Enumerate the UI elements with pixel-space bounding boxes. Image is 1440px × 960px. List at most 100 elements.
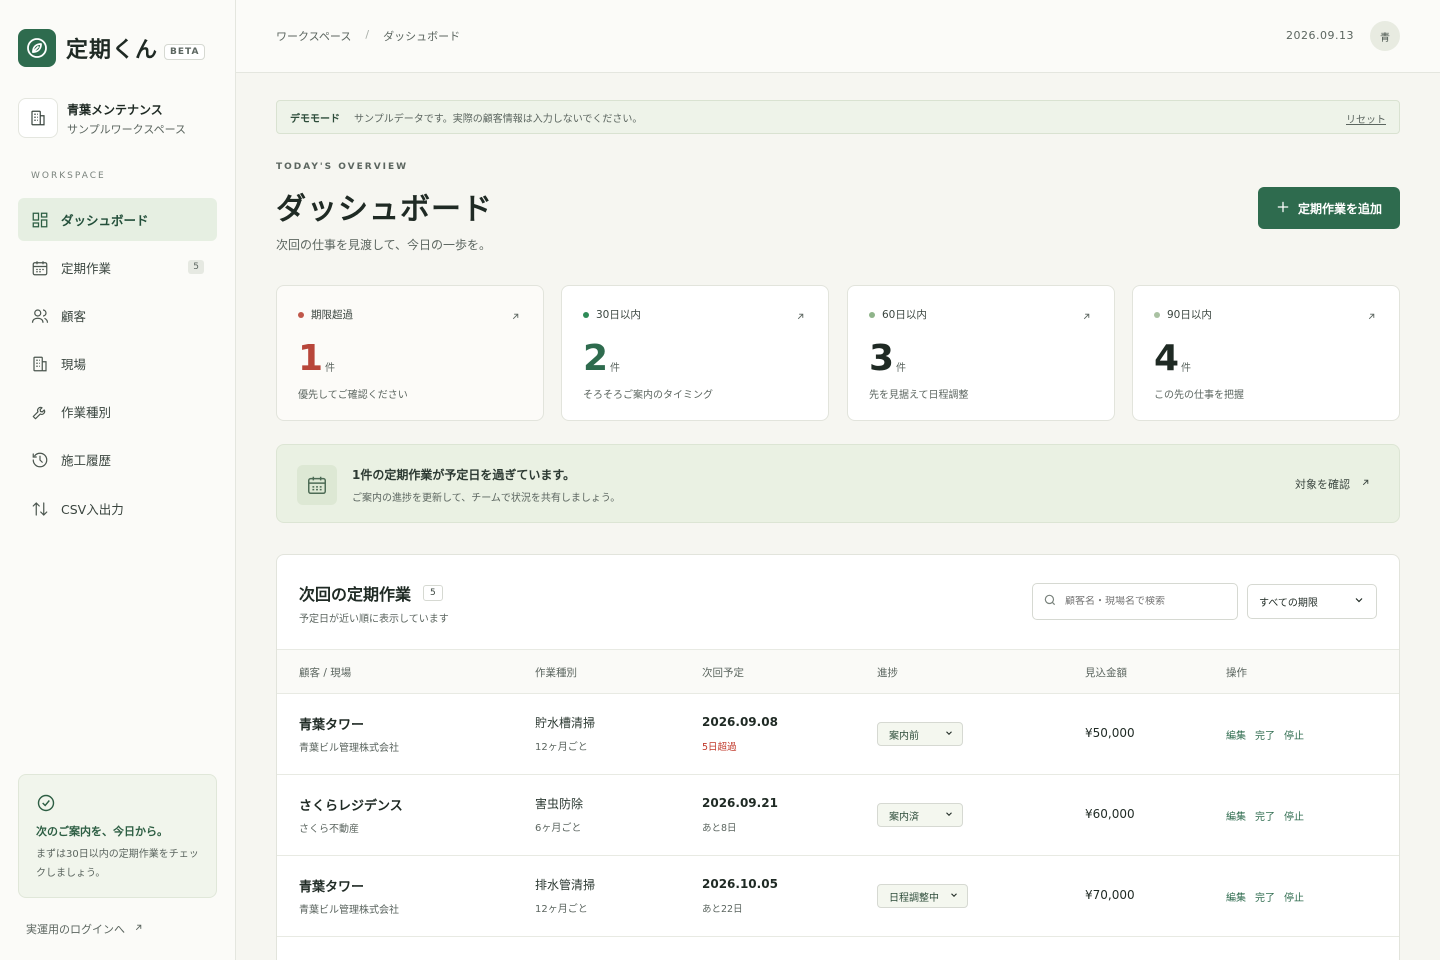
stat-unit: 件 (610, 363, 620, 374)
tip-body: まずは30日以内の定期作業をチェックしましょう。 (36, 849, 199, 879)
review-targets-link[interactable]: 対象を確認 (1295, 476, 1371, 492)
nav-label: 作業種別 (61, 405, 112, 420)
workspace-name: 青葉メンテナンス (67, 103, 163, 117)
next-date: 2026.10.05 (702, 877, 778, 891)
notice-title: 1件の定期作業が予定日を過ぎています。 (352, 468, 576, 482)
production-login-link[interactable]: 実運用のログインへ (26, 921, 144, 937)
notice-link-label: 対象を確認 (1295, 478, 1350, 491)
stat-card-90-days[interactable]: 90日以内 4 件 この先の仕事を把握 (1132, 285, 1400, 421)
relative-date: あと22日 (702, 904, 743, 915)
table-row: さくらレジデンス さくら不動産 害虫防除 6ヶ月ごと 2026.09.21 あと… (277, 775, 1399, 856)
company-name: 青葉ビル管理株式会社 (299, 905, 399, 916)
arrow-up-right-icon (1081, 307, 1092, 326)
sidebar-tip-card: 次のご案内を、今日から。 まずは30日以内の定期作業をチェックしましょう。 (18, 774, 217, 898)
stop-link[interactable]: 停止 (1284, 808, 1304, 823)
nav-item-job-types[interactable]: 作業種別 (18, 390, 217, 433)
nav-label: 定期作業 (61, 261, 112, 276)
column-header[interactable]: 顧客 / 現場 (299, 665, 351, 680)
calendar-icon (297, 465, 337, 505)
job-type: 排水管清掃 (535, 878, 596, 892)
row-actions: 編集 完了 停止 (1226, 889, 1304, 904)
stop-link[interactable]: 停止 (1284, 889, 1304, 904)
avatar[interactable]: 青 (1370, 21, 1400, 51)
company-name: 青葉ビル管理株式会社 (299, 743, 399, 754)
job-type: 貯水槽清掃 (535, 716, 596, 730)
complete-link[interactable]: 完了 (1255, 727, 1275, 742)
edit-link[interactable]: 編集 (1226, 808, 1246, 823)
plus-icon (1276, 200, 1290, 217)
login-link-label: 実運用のログインへ (26, 923, 125, 936)
upcoming-jobs-panel: 次回の定期作業 5 予定日が近い順に表示しています すべての期限 顧客 / 現場… (276, 554, 1400, 960)
stat-card-30-days[interactable]: 30日以内 2 件 そろそろご案内のタイミング (561, 285, 829, 421)
overview-overline: TODAY'S OVERVIEW (276, 162, 409, 172)
stat-value: 1 (298, 338, 324, 379)
status-dot (1154, 311, 1160, 318)
column-header[interactable]: 次回予定 (702, 665, 744, 680)
table-header: 顧客 / 現場 作業種別 次回予定 進捗 見込金額 操作 (277, 649, 1399, 694)
complete-link[interactable]: 完了 (1255, 808, 1275, 823)
status-dot (583, 311, 589, 318)
column-header[interactable]: 進捗 (877, 665, 898, 680)
panel-title: 次回の定期作業 (299, 585, 412, 604)
panel-subtitle: 予定日が近い順に表示しています (299, 614, 449, 625)
column-header[interactable]: 操作 (1226, 665, 1247, 680)
column-header[interactable]: 見込金額 (1085, 665, 1127, 680)
arrow-up-right-icon (795, 307, 806, 326)
stat-unit: 件 (1181, 363, 1191, 374)
job-cycle: 6ヶ月ごと (535, 823, 582, 834)
stat-label: 60日以内 (882, 309, 927, 321)
status-select[interactable]: 案内済 (877, 803, 963, 827)
status-select[interactable]: 案内前 (877, 722, 963, 746)
breadcrumb-workspace[interactable]: ワークスペース (276, 28, 351, 44)
search-input[interactable] (1065, 596, 1225, 607)
status-value: 日程調整中 (889, 892, 939, 904)
stat-card-60-days[interactable]: 60日以内 3 件 先を見据えて日程調整 (847, 285, 1115, 421)
search-field[interactable] (1032, 583, 1238, 620)
stat-description: そろそろご案内のタイミング (583, 390, 713, 401)
site-name[interactable]: 青葉タワー (299, 714, 364, 733)
check-circle-icon (36, 793, 56, 817)
next-date: 2026.09.08 (702, 715, 778, 729)
chevron-down-icon (1353, 594, 1365, 609)
relative-date: あと8日 (702, 823, 737, 834)
stat-label: 90日以内 (1167, 309, 1212, 321)
stat-label: 30日以内 (596, 309, 641, 321)
stop-link[interactable]: 停止 (1284, 727, 1304, 742)
wrench-icon (31, 403, 49, 421)
edit-link[interactable]: 編集 (1226, 727, 1246, 742)
reset-link[interactable]: リセット (1346, 111, 1386, 126)
nav-item-csv[interactable]: CSV入出力 (18, 487, 217, 530)
site-name[interactable]: 青葉タワー (299, 876, 364, 895)
nav-item-recurring-jobs[interactable]: 定期作業 5 (18, 246, 217, 289)
status-value: 案内前 (889, 730, 919, 742)
add-recurring-job-button[interactable]: 定期作業を追加 (1258, 187, 1400, 229)
nav-item-sites[interactable]: 現場 (18, 342, 217, 385)
complete-link[interactable]: 完了 (1255, 889, 1275, 904)
status-select[interactable]: 日程調整中 (877, 884, 968, 908)
site-name[interactable]: さくらレジデンス (299, 795, 403, 814)
stat-description: 先を見据えて日程調整 (869, 390, 969, 401)
edit-link[interactable]: 編集 (1226, 889, 1246, 904)
add-button-label: 定期作業を追加 (1297, 201, 1382, 216)
arrow-up-right-icon (133, 922, 144, 936)
stat-unit: 件 (325, 363, 335, 374)
nav-item-history[interactable]: 施工履歴 (18, 438, 217, 481)
stat-value: 2 (583, 338, 609, 379)
estimated-amount: ¥50,000 (1085, 726, 1135, 740)
stat-card-overdue[interactable]: 期限超過 1 件 優先してご確認ください (276, 285, 544, 421)
stat-value: 3 (869, 338, 895, 379)
search-icon (1043, 592, 1057, 611)
tip-title: 次のご案内を、今日から。 (36, 825, 168, 838)
column-header[interactable]: 作業種別 (535, 665, 577, 680)
nav-item-dashboard[interactable]: ダッシュボード (18, 198, 217, 241)
relative-date: 5日超過 (702, 742, 737, 753)
deadline-filter-select[interactable]: すべての期限 (1247, 584, 1377, 619)
stat-value: 4 (1154, 338, 1180, 379)
users-icon (31, 307, 49, 325)
status-dot (869, 311, 875, 318)
nav-heading: WORKSPACE (31, 171, 106, 181)
next-date: 2026.09.21 (702, 796, 778, 810)
beta-badge: BETA (164, 44, 206, 60)
nav-item-customers[interactable]: 顧客 (18, 294, 217, 337)
overdue-notice: 1件の定期作業が予定日を過ぎています。 ご案内の進捗を更新して、チームで状況を共… (276, 444, 1400, 523)
